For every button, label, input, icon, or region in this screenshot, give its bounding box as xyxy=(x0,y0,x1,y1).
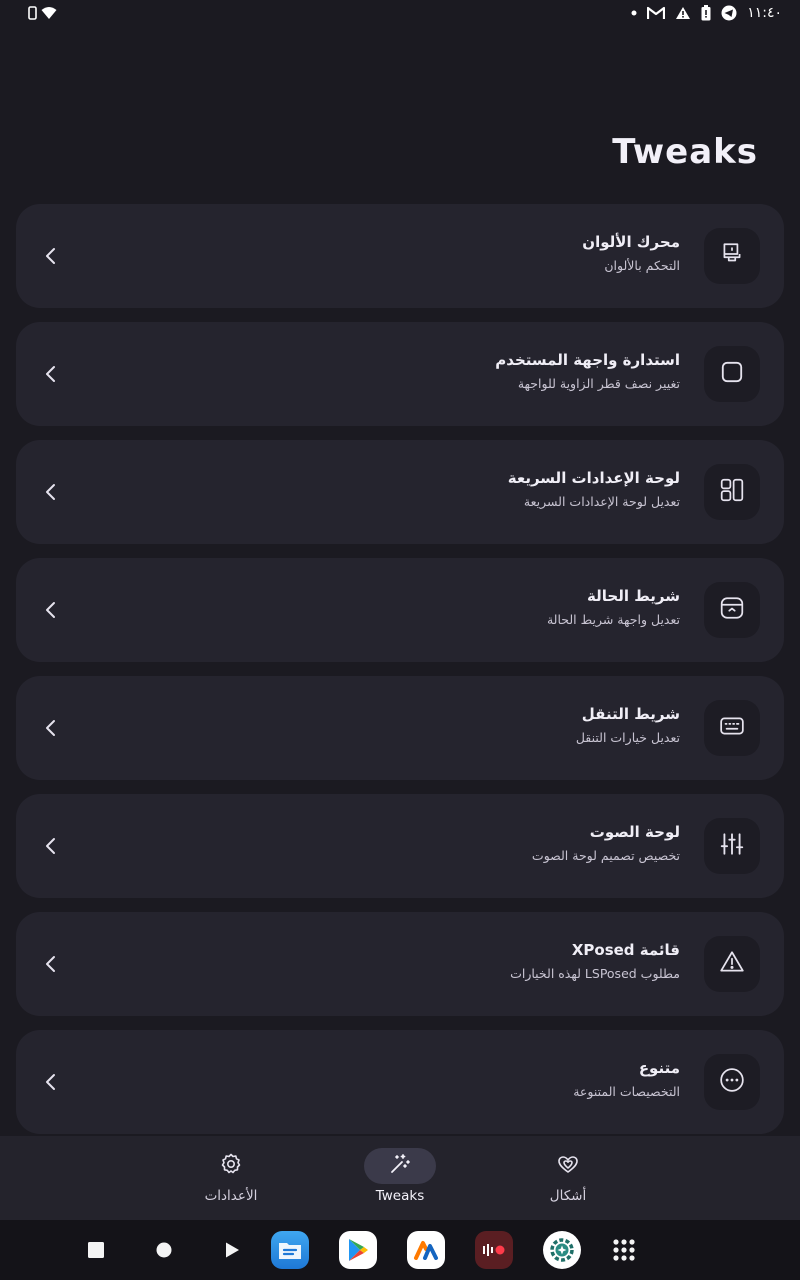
es-file-explorer-app[interactable] xyxy=(270,1230,310,1270)
nav-themes[interactable]: أشكال xyxy=(513,1148,623,1204)
status-left xyxy=(28,6,57,20)
aqua-app[interactable] xyxy=(406,1230,446,1270)
icon-box xyxy=(704,464,760,520)
tweaks-list: محرك الألوان التحكم بالألوان استدارة واج… xyxy=(16,204,784,1148)
gear-icon xyxy=(219,1152,243,1180)
settings-app[interactable] xyxy=(542,1230,582,1270)
icon-box xyxy=(704,346,760,402)
item-title: شريط التنقل xyxy=(581,705,680,723)
chevron-left-icon xyxy=(42,244,60,268)
status-bar: ١١:٤٠ xyxy=(0,0,800,30)
status-time: ١١:٤٠ xyxy=(747,5,782,21)
icon-box xyxy=(704,1054,760,1110)
nav-settings[interactable]: الأعدادات xyxy=(176,1148,286,1204)
list-item-color-engine[interactable]: محرك الألوان التحكم بالألوان xyxy=(16,204,784,308)
status-right: ١١:٤٠ xyxy=(631,5,782,21)
item-title: لوحة الإعدادات السريعة xyxy=(507,469,680,487)
list-item-quick-settings[interactable]: لوحة الإعدادات السريعة تعديل لوحة الإعدا… xyxy=(16,440,784,544)
item-texts: قائمة XPosed مطلوب LSPosed لهذه الخيارات xyxy=(510,938,680,985)
item-texts: شريط التنقل تعديل خيارات التنقل xyxy=(576,702,680,749)
list-item-status-bar[interactable]: شريط الحالة تعديل واجهة شريط الحالة xyxy=(16,558,784,662)
warning-icon xyxy=(719,949,745,979)
item-texts: محرك الألوان التحكم بالألوان xyxy=(582,230,680,277)
more-icon xyxy=(719,1067,745,1097)
stop-icon[interactable] xyxy=(76,1230,116,1270)
item-subtitle: تخصيص تصميم لوحة الصوت xyxy=(531,848,680,863)
app-drawer-icon[interactable] xyxy=(604,1230,644,1270)
play-store-app[interactable] xyxy=(338,1230,378,1270)
nav-tweaks-label: Tweaks xyxy=(375,1188,425,1204)
item-subtitle: التحكم بالألوان xyxy=(604,258,680,273)
item-title: استدارة واجهة المستخدم xyxy=(495,351,680,369)
list-item-xposed-menu[interactable]: قائمة XPosed مطلوب LSPosed لهذه الخيارات xyxy=(16,912,784,1016)
icon-box xyxy=(704,818,760,874)
chevron-left-icon xyxy=(42,952,60,976)
nav-settings-pill xyxy=(195,1148,267,1184)
icon-box xyxy=(704,700,760,756)
list-item-navigation-bar[interactable]: شريط التنقل تعديل خيارات التنقل xyxy=(16,676,784,780)
paint-roller-icon xyxy=(719,241,745,271)
home-icon[interactable] xyxy=(144,1230,184,1270)
chevron-left-icon xyxy=(42,362,60,386)
chevron-left-icon xyxy=(42,480,60,504)
nav-themes-label: أشكال xyxy=(549,1188,587,1204)
item-subtitle: تعديل واجهة شريط الحالة xyxy=(546,612,680,627)
page-title: Tweaks xyxy=(612,132,758,172)
status-bar-icon xyxy=(719,595,745,625)
icon-box xyxy=(704,936,760,992)
icon-box xyxy=(704,582,760,638)
nav-tweaks[interactable]: Tweaks xyxy=(345,1148,455,1204)
keyboard-icon xyxy=(719,713,745,743)
telegram-icon xyxy=(721,5,737,21)
screen: ١١:٤٠ Tweaks محرك الألوان التحكم بالألوا… xyxy=(0,0,800,1280)
nav-tweaks-pill xyxy=(364,1148,436,1184)
item-title: محرك الألوان xyxy=(582,233,680,251)
dot-icon xyxy=(631,10,637,16)
nav-themes-pill xyxy=(532,1148,604,1184)
item-subtitle: تعديل خيارات التنقل xyxy=(575,730,680,745)
bottom-nav: الأعدادات Tweaks أشكال xyxy=(0,1136,800,1220)
rounded-square-icon xyxy=(719,359,745,389)
item-title: متنوع xyxy=(638,1059,680,1077)
item-texts: شريط الحالة تعديل واجهة شريط الحالة xyxy=(547,584,680,631)
item-subtitle: تغيير نصف قطر الزاوية للواجهة xyxy=(517,376,680,391)
item-texts: استدارة واجهة المستخدم تغيير نصف قطر الز… xyxy=(495,348,680,395)
sliders-icon xyxy=(719,831,745,861)
item-title: قائمة XPosed xyxy=(571,941,680,959)
nav-settings-label: الأعدادات xyxy=(204,1188,258,1204)
chevron-left-icon xyxy=(42,834,60,858)
gmail-icon xyxy=(647,6,666,20)
chevron-left-icon xyxy=(42,716,60,740)
sim-icon xyxy=(28,6,37,20)
magic-wand-icon xyxy=(388,1152,412,1180)
item-texts: متنوع التخصيصات المتنوعة xyxy=(573,1056,680,1103)
item-subtitle: التخصيصات المتنوعة xyxy=(573,1084,680,1099)
item-subtitle: تعديل لوحة الإعدادات السريعة xyxy=(523,494,680,509)
system-dock xyxy=(0,1220,800,1280)
hearts-icon xyxy=(556,1152,580,1180)
item-texts: لوحة الصوت تخصيص تصميم لوحة الصوت xyxy=(532,820,680,867)
tiles-icon xyxy=(719,477,745,507)
recorder-app[interactable] xyxy=(474,1230,514,1270)
chevron-left-icon xyxy=(42,598,60,622)
list-item-volume-panel[interactable]: لوحة الصوت تخصيص تصميم لوحة الصوت xyxy=(16,794,784,898)
list-item-ui-roundness[interactable]: استدارة واجهة المستخدم تغيير نصف قطر الز… xyxy=(16,322,784,426)
battery-icon xyxy=(701,5,711,21)
chevron-left-icon xyxy=(42,1070,60,1094)
alert-icon xyxy=(675,6,691,20)
icon-box xyxy=(704,228,760,284)
play-icon[interactable] xyxy=(212,1230,252,1270)
item-subtitle: مطلوب LSPosed لهذه الخيارات xyxy=(510,966,680,981)
item-title: شريط الحالة xyxy=(587,587,680,605)
item-texts: لوحة الإعدادات السريعة تعديل لوحة الإعدا… xyxy=(508,466,680,513)
item-title: لوحة الصوت xyxy=(589,823,680,841)
wifi-icon xyxy=(41,6,57,20)
list-item-misc[interactable]: متنوع التخصيصات المتنوعة xyxy=(16,1030,784,1134)
